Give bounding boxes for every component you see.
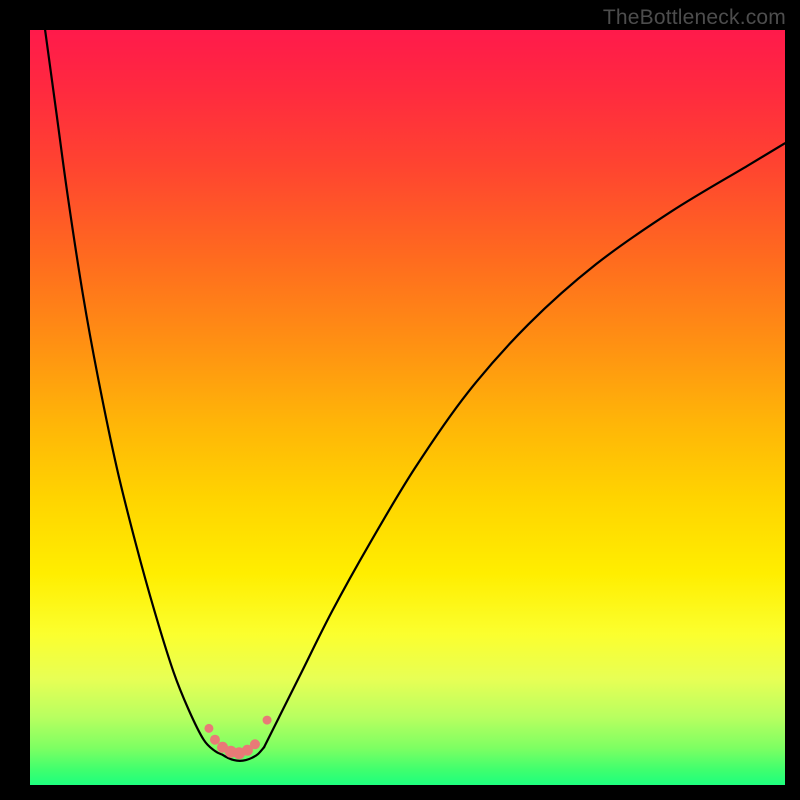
valley-marker (250, 739, 260, 749)
curve-left-branch (45, 30, 222, 755)
valley-markers (204, 716, 271, 760)
outer-frame: TheBottleneck.com (0, 0, 800, 800)
watermark-text: TheBottleneck.com (603, 6, 786, 30)
plot-area (30, 30, 785, 785)
chart-svg (30, 30, 785, 785)
curve-right-branch (264, 143, 785, 747)
valley-marker (263, 716, 272, 725)
valley-marker (210, 735, 220, 745)
valley-marker (204, 724, 213, 733)
